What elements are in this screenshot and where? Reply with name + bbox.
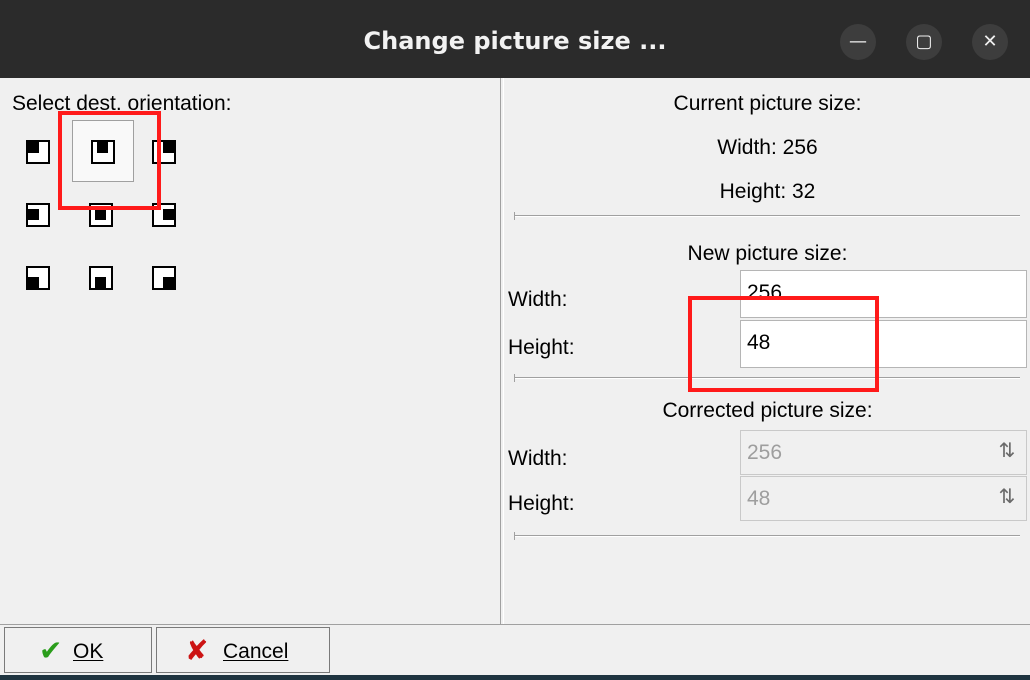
corrected-width-spinbox: 256 ⇅ — [740, 430, 1027, 475]
size-panel: Current picture size: Width: 256 Height:… — [503, 78, 1030, 624]
minimize-icon: — — [849, 31, 867, 52]
separator — [514, 374, 1020, 382]
orientation-bottom-right[interactable] — [152, 266, 176, 290]
orientation-center[interactable] — [89, 203, 113, 227]
spin-arrows-icon: ⇅ — [998, 484, 1016, 508]
desktop-edge — [0, 675, 1030, 680]
spin-arrows-icon: ⇅ — [998, 438, 1016, 462]
close-icon: ✕ — [982, 31, 998, 52]
separator — [514, 532, 1020, 540]
orientation-top-left[interactable] — [26, 140, 50, 164]
maximize-icon: ▢ — [915, 31, 933, 52]
current-width-text: Width: 256 — [717, 136, 818, 159]
current-height-text: Height: 32 — [719, 180, 816, 203]
new-width-input[interactable]: 256 — [740, 270, 1027, 318]
corrected-width-label: Width: — [508, 447, 568, 470]
close-button[interactable]: ✕ — [972, 24, 1008, 60]
orientation-label: Select dest. orientation: — [12, 92, 232, 115]
new-width-label: Width: — [508, 288, 568, 311]
dialog-body: Select dest. orientation: Current pictur… — [0, 78, 1030, 678]
orientation-top-center[interactable] — [91, 140, 115, 164]
orientation-bottom-center[interactable] — [89, 266, 113, 290]
orientation-bottom-left[interactable] — [26, 266, 50, 290]
ok-button[interactable]: ✔ OK — [4, 627, 152, 673]
orientation-panel: Select dest. orientation: — [0, 78, 501, 624]
cross-icon: ✘ — [185, 634, 209, 667]
orientation-top-right[interactable] — [152, 140, 176, 164]
new-height-input[interactable]: 48 — [740, 320, 1027, 368]
cancel-button[interactable]: ✘ Cancel — [156, 627, 330, 673]
current-size-heading: Current picture size: — [673, 92, 862, 115]
title-bar[interactable]: Change picture size ... — ▢ ✕ — [0, 0, 1030, 78]
minimize-button[interactable]: — — [840, 24, 876, 60]
orientation-middle-right[interactable] — [152, 203, 176, 227]
orientation-middle-left[interactable] — [26, 203, 50, 227]
new-size-heading: New picture size: — [687, 242, 848, 265]
corrected-height-label: Height: — [508, 492, 575, 515]
corrected-size-heading: Corrected picture size: — [662, 399, 873, 422]
corrected-height-spinbox: 48 ⇅ — [740, 476, 1027, 521]
maximize-button[interactable]: ▢ — [906, 24, 942, 60]
separator — [514, 212, 1020, 220]
check-icon: ✔ — [39, 634, 63, 667]
button-bar: ✔ OK ✘ Cancel — [0, 624, 1030, 679]
new-height-label: Height: — [508, 336, 575, 359]
